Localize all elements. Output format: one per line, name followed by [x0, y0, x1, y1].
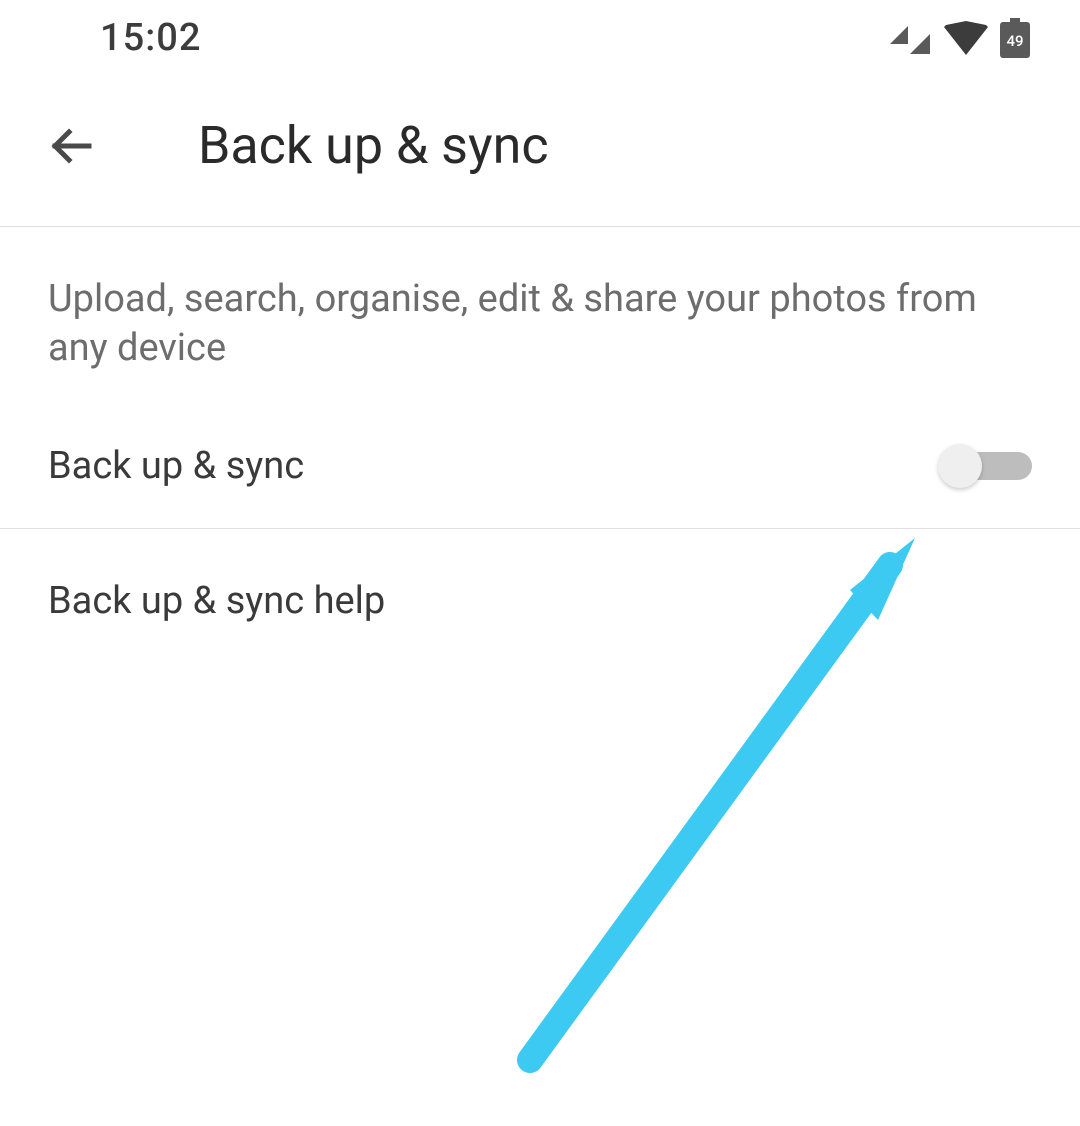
backup-sync-toggle[interactable]: [944, 446, 1032, 486]
back-button[interactable]: [48, 122, 96, 170]
toggle-thumb: [938, 444, 982, 488]
status-time: 15:02: [100, 16, 201, 60]
svg-text:49: 49: [1006, 32, 1023, 50]
backup-sync-label: Back up & sync: [48, 444, 304, 488]
battery-icon: 49: [1000, 18, 1030, 58]
page-title: Back up & sync: [198, 115, 549, 176]
arrow-left-icon: [49, 123, 95, 169]
settings-description: Upload, search, organise, edit & share y…: [0, 227, 1080, 374]
signal-icon: [890, 22, 932, 54]
app-bar: Back up & sync: [0, 75, 1080, 226]
status-bar: 15:02 49: [0, 0, 1080, 75]
backup-sync-help-label: Back up & sync help: [48, 579, 1032, 623]
backup-sync-help-row[interactable]: Back up & sync help: [0, 529, 1080, 673]
wifi-icon: [944, 21, 988, 55]
status-icons: 49: [890, 18, 1030, 58]
backup-sync-row[interactable]: Back up & sync: [0, 374, 1080, 528]
